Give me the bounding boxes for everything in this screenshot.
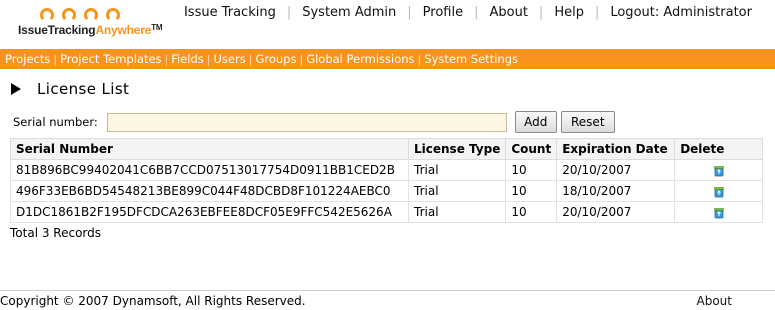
column-header-count[interactable]: Count (505, 138, 558, 160)
logo-text-anywhere: Anywhere (95, 23, 152, 37)
logo-trademark: TM (151, 23, 163, 32)
cell-license-type: Trial (407, 180, 507, 202)
topnav-logout[interactable]: Logout: Administrator (599, 5, 763, 20)
serial-number-label: Serial number: (13, 115, 98, 129)
recycle-bin-icon[interactable] (713, 186, 725, 198)
column-header-delete: Delete (674, 138, 763, 160)
logo-dot-2 (62, 8, 76, 22)
table-row: 81B896BC99402041C6BB7CCD07513017754D0911… (10, 159, 763, 181)
cell-count: 10 (505, 180, 558, 202)
menu-global-permissions[interactable]: Global Permissions (304, 52, 416, 66)
logo-dot-4 (106, 8, 120, 22)
triangle-bullet-icon (11, 83, 21, 95)
table-row: D1DC1861B2F195DFCDCA263EBFEE8DCF05E9FFC5… (10, 201, 763, 223)
cell-delete (674, 180, 763, 202)
logo[interactable]: IssueTrackingAnywhereTM (18, 6, 168, 44)
cell-serial-number: 81B896BC99402041C6BB7CCD07513017754D0911… (10, 159, 409, 181)
cell-delete (674, 201, 763, 223)
table-header-row: Serial Number License Type Count Expirat… (10, 138, 763, 160)
menu-projects[interactable]: Projects (3, 52, 52, 66)
admin-menu-bar: Projects | Project Templates | Fields | … (0, 49, 775, 69)
cell-delete (674, 159, 763, 181)
recycle-bin-icon[interactable] (713, 207, 725, 219)
topnav-issue-tracking[interactable]: Issue Tracking (173, 5, 287, 20)
cell-count: 10 (505, 201, 558, 223)
cell-expiration-date: 20/10/2007 (556, 159, 676, 181)
app-header: IssueTrackingAnywhereTM Issue Tracking |… (0, 0, 775, 46)
column-header-license-type[interactable]: License Type (407, 138, 507, 160)
topnav-help[interactable]: Help (543, 5, 595, 20)
serial-number-form: Serial number: Add Reset (13, 111, 615, 133)
logo-text-issuetracking: IssueTracking (18, 23, 96, 37)
total-records: Total 3 Records (10, 226, 102, 240)
menu-fields[interactable]: Fields (169, 52, 206, 66)
table-row: 496F33EB6BD54548213BE899C044F48DCBD8F101… (10, 180, 763, 202)
cell-expiration-date: 20/10/2007 (556, 201, 676, 223)
menu-system-settings[interactable]: System Settings (422, 52, 520, 66)
logo-dot-1 (40, 8, 54, 22)
logo-dot-3 (84, 8, 98, 22)
license-table: Serial Number License Type Count Expirat… (10, 138, 763, 223)
cell-count: 10 (505, 159, 558, 181)
footer-about-link[interactable]: About (697, 294, 732, 308)
copyright-text: Copyright © 2007 Dynamsoft, All Rights R… (0, 294, 306, 308)
column-header-expiration-date[interactable]: Expiration Date (556, 138, 676, 160)
add-button[interactable]: Add (514, 111, 557, 133)
serial-number-input[interactable] (106, 112, 507, 132)
menu-users[interactable]: Users (212, 52, 248, 66)
cell-license-type: Trial (407, 159, 507, 181)
page-title: License List (37, 80, 130, 98)
topnav-profile[interactable]: Profile (412, 5, 474, 20)
cell-serial-number: 496F33EB6BD54548213BE899C044F48DCBD8F101… (10, 180, 409, 202)
reset-button[interactable]: Reset (560, 111, 615, 133)
cell-expiration-date: 18/10/2007 (556, 180, 676, 202)
logo-wordmark: IssueTrackingAnywhereTM (18, 23, 163, 37)
page-footer: Copyright © 2007 Dynamsoft, All Rights R… (0, 290, 775, 310)
cell-license-type: Trial (407, 201, 507, 223)
topnav-about[interactable]: About (478, 5, 538, 20)
menu-project-templates[interactable]: Project Templates (58, 52, 163, 66)
topnav-system-admin[interactable]: System Admin (291, 5, 407, 20)
page-header: License List (11, 80, 129, 98)
column-header-serial-number[interactable]: Serial Number (10, 138, 409, 160)
top-navigation: Issue Tracking | System Admin | Profile … (173, 5, 763, 20)
cell-serial-number: D1DC1861B2F195DFCDCA263EBFEE8DCF05E9FFC5… (10, 201, 409, 223)
recycle-bin-icon[interactable] (713, 165, 725, 177)
menu-groups[interactable]: Groups (253, 52, 298, 66)
